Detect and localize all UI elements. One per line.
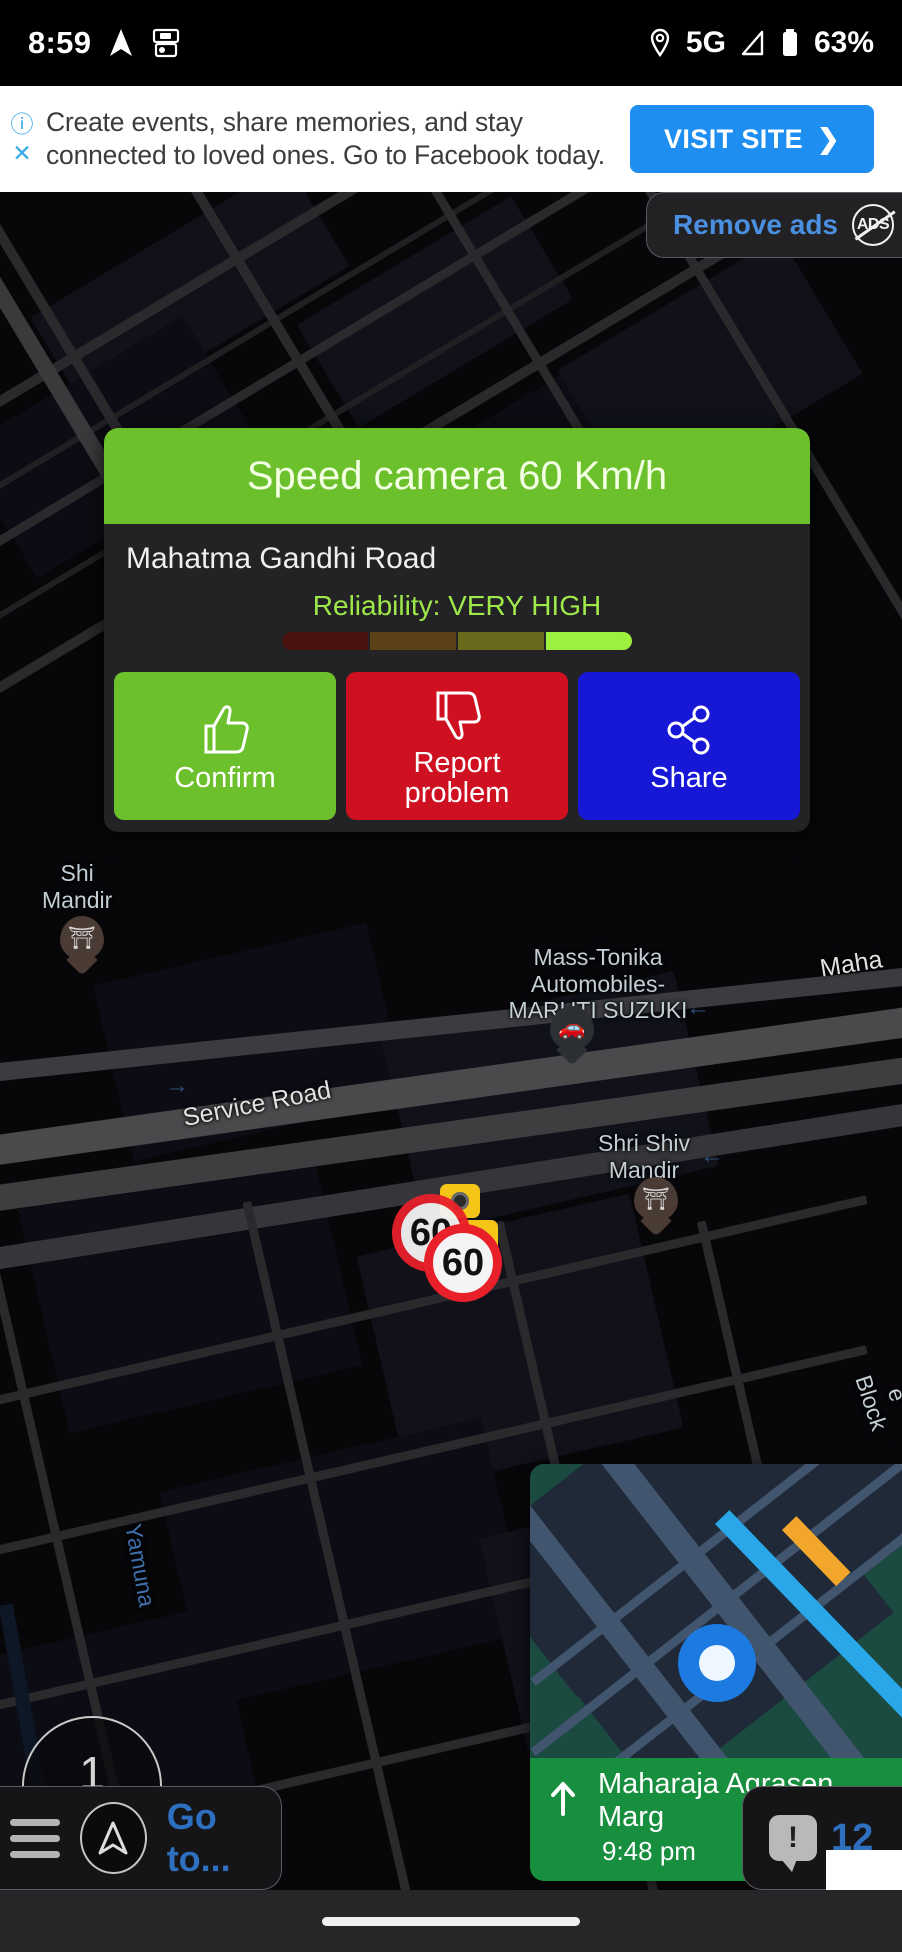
status-time: 8:59: [28, 25, 92, 60]
ads-off-icon: ADS: [852, 204, 894, 246]
reliability-bar: [104, 632, 810, 666]
mini-map: [530, 1464, 902, 1758]
visit-site-label: VISIT SITE: [663, 123, 803, 154]
network-type: 5G: [685, 26, 726, 59]
go-to-button[interactable]: Go to...: [167, 1796, 281, 1880]
close-icon[interactable]: ✕: [12, 142, 31, 165]
report-problem-label: Report problem: [404, 746, 510, 809]
ad-marks: ⓘ ✕: [0, 86, 40, 192]
info-icon[interactable]: ⓘ: [11, 113, 34, 136]
arrow-up-icon: [546, 1780, 580, 1823]
remove-ads-button[interactable]: Remove ads ADS: [646, 192, 902, 258]
home-gesture-pill[interactable]: [322, 1916, 580, 1926]
location-pin-icon: [648, 28, 672, 58]
battery-icon: [780, 28, 800, 58]
bottom-bar-left[interactable]: Go to...: [0, 1786, 282, 1890]
reliability-segment: [282, 632, 368, 650]
temple-pin-icon[interactable]: ⛩: [634, 1177, 678, 1237]
report-problem-button[interactable]: Report problem: [346, 672, 568, 820]
share-button[interactable]: Share: [578, 672, 800, 820]
speed-limit-sign: 60: [424, 1224, 502, 1302]
chevron-right-icon: ❯: [817, 123, 841, 154]
visit-site-button[interactable]: VISIT SITE ❯: [630, 105, 874, 173]
ad-banner[interactable]: ⓘ ✕ Create events, share memories, and s…: [0, 86, 902, 192]
status-bar: 8:59 5G 63%: [0, 0, 902, 86]
hamburger-menu-icon[interactable]: [10, 1818, 60, 1858]
ad-text: Create events, share memories, and stay …: [46, 106, 605, 170]
alert-title: Speed camera 60 Km/h: [104, 428, 810, 524]
alert-street: Mahatma Gandhi Road: [126, 542, 437, 575]
phone-screen: 8:59 5G 63% ⓘ ✕ Create events, share mem…: [0, 0, 902, 1952]
share-label: Share: [650, 761, 728, 794]
app-notification-icon: [151, 28, 181, 58]
alert-actions: Confirm Report problem Share: [104, 666, 810, 832]
speed-camera-alert-card[interactable]: Speed camera 60 Km/h Mahatma Gandhi Road…: [104, 428, 810, 832]
navigation-arrow-icon[interactable]: [80, 1802, 147, 1874]
status-bar-left: 8:59: [28, 25, 181, 61]
reliability-label: Reliability: VERY HIGH: [312, 590, 602, 621]
current-location-dot: [678, 1624, 756, 1702]
confirm-label: Confirm: [174, 761, 276, 794]
remove-ads-label: Remove ads: [673, 209, 838, 240]
reliability-segment: [546, 632, 632, 650]
car-pin-icon[interactable]: 🚗: [550, 1006, 594, 1066]
status-bar-right: 5G 63%: [648, 26, 874, 60]
temple-pin-icon[interactable]: ⛩: [60, 916, 104, 976]
thumbs-down-icon: [428, 684, 486, 746]
direction-arrow-icon: →: [165, 1072, 189, 1099]
speed-camera-marker[interactable]: 60 60: [392, 1184, 522, 1304]
alert-body: Mahatma Gandhi Road Reliability: VERY HI…: [104, 524, 810, 832]
report-bubble-icon[interactable]: !: [769, 1815, 817, 1872]
direction-arrow-icon: ←: [686, 994, 710, 1021]
signal-triangle-icon: [740, 29, 766, 57]
gesture-nav-bar[interactable]: [0, 1890, 902, 1952]
reliability-segment: [370, 632, 456, 650]
navigation-arrow-icon: [109, 28, 133, 58]
battery-percent: 63%: [813, 26, 874, 59]
confirm-button[interactable]: Confirm: [114, 672, 336, 820]
share-icon: [660, 699, 718, 761]
reliability-segment: [458, 632, 544, 650]
direction-arrow-icon: ←: [700, 1142, 724, 1169]
thumbs-up-icon: [196, 699, 254, 761]
